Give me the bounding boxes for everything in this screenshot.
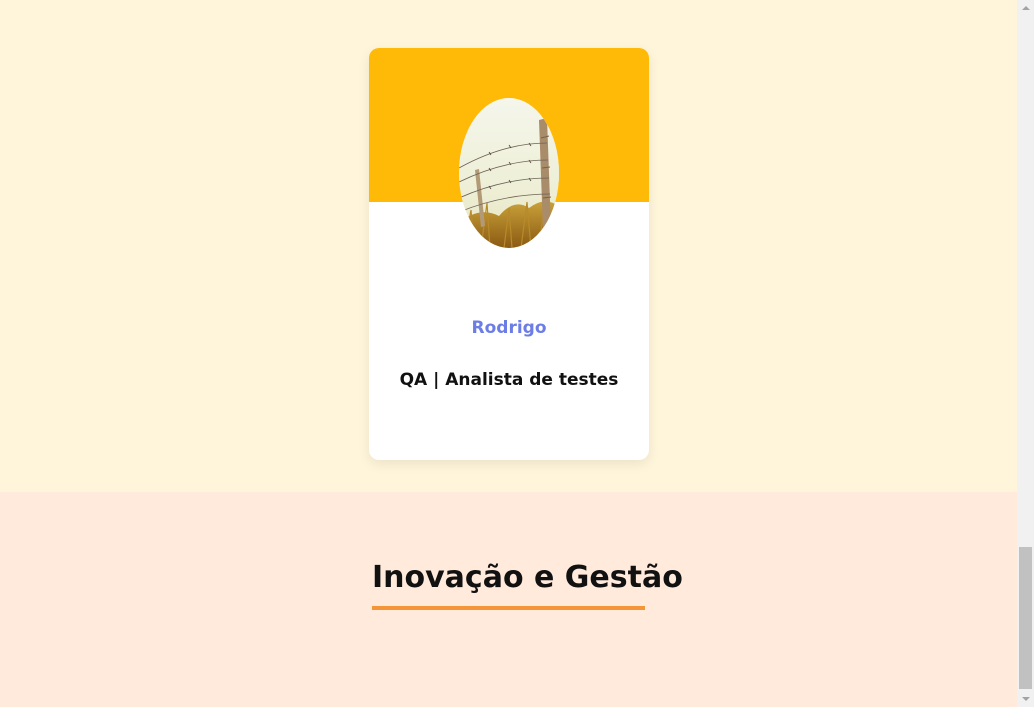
team-section: Rodrigo QA | Analista de testes	[0, 0, 1017, 492]
member-avatar	[459, 98, 559, 248]
title-underline	[372, 606, 645, 610]
fence-landscape-photo	[459, 98, 559, 248]
page-viewport: Rodrigo QA | Analista de testes Inovação…	[0, 0, 1017, 707]
scrollbar-thumb[interactable]	[1019, 547, 1032, 689]
innovation-section: Inovação e Gestão	[0, 492, 1017, 707]
scroll-up-arrow-icon[interactable]	[1017, 0, 1034, 17]
member-name: Rodrigo	[471, 318, 547, 338]
scroll-down-arrow-icon[interactable]	[1017, 690, 1034, 707]
team-member-card: Rodrigo QA | Analista de testes	[369, 48, 649, 460]
member-role: QA | Analista de testes	[399, 370, 619, 390]
vertical-scrollbar[interactable]	[1017, 0, 1034, 707]
section-title: Inovação e Gestão	[372, 560, 683, 595]
